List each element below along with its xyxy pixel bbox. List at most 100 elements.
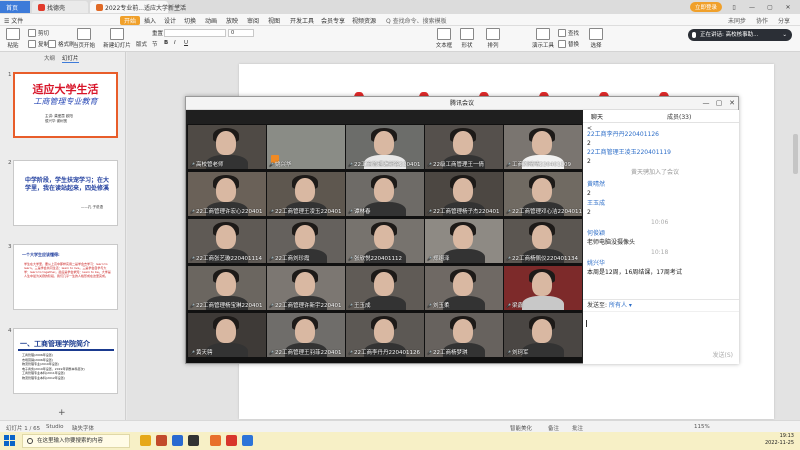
wps-app-icon[interactable] xyxy=(226,435,237,446)
video-tile[interactable]: 22工商杨佩仪220401134 xyxy=(504,219,582,263)
font-name-select[interactable] xyxy=(164,29,226,37)
replace-button[interactable]: 替换 xyxy=(558,40,579,48)
menu-view[interactable]: 视图 xyxy=(268,16,280,25)
tab-document[interactable]: 2022专业前...适应大学新生活 xyxy=(90,1,186,13)
menu-video[interactable]: 视频资源 xyxy=(352,16,376,25)
app-icon[interactable] xyxy=(210,435,221,446)
menu-transition[interactable]: 切换 xyxy=(184,16,196,25)
new-slide-button[interactable]: 新建幻灯片 xyxy=(102,28,132,49)
layout-button[interactable]: 版式 xyxy=(136,40,147,48)
video-tile[interactable]: 22工商管理杨子杰220401 xyxy=(425,172,503,216)
video-tile[interactable]: 梁鑫 xyxy=(504,266,582,310)
tab-slides[interactable]: 幻灯片 xyxy=(62,54,79,63)
close-icon[interactable]: ✕ xyxy=(782,4,794,11)
send-target-select[interactable]: 所有人 ▾ xyxy=(609,302,632,309)
tab-outline[interactable]: 大纲 xyxy=(44,54,55,62)
bold-button[interactable]: B xyxy=(164,40,168,46)
cut-button[interactable]: 剪切 xyxy=(28,29,49,37)
missing-font-button[interactable]: 缺失字体 xyxy=(72,424,94,432)
menu-insert[interactable]: 插入 xyxy=(144,16,156,25)
video-tile[interactable]: 刘珂军 xyxy=(504,313,582,357)
restore-layout-icon[interactable]: ▯ xyxy=(728,4,740,11)
login-button[interactable]: 立即登录 xyxy=(689,2,722,12)
play-from-current-button[interactable]: 当页开始 xyxy=(70,28,98,49)
menu-design[interactable]: 设计 xyxy=(164,16,176,25)
sync-status[interactable]: 未同步 xyxy=(728,16,746,25)
slide-thumbnail-4[interactable]: 一、工商管理学院简介 工商管理(2006年设置) 市场营销(2006年设置) 物… xyxy=(13,328,118,394)
video-tile[interactable]: 22工商管理许新宇220401 xyxy=(267,266,345,310)
vertical-scrollbar[interactable] xyxy=(793,54,798,414)
slide-thumbnail-1[interactable]: 适应大学生活 工商管理专业教育 主讲: 龚爱霞 欧阳 侯兴华 谢树宽 xyxy=(13,72,118,138)
system-clock[interactable]: 19:13 2022-11-25 xyxy=(765,433,794,447)
zoom-level[interactable]: 115% xyxy=(694,424,710,430)
video-tile[interactable]: 王玉成 xyxy=(346,266,424,310)
video-tile[interactable]: 工商刘晴晴220401109 xyxy=(504,125,582,169)
maximize-icon[interactable]: ▢ xyxy=(713,97,725,110)
video-tile[interactable]: 22工商管理王凌玉220401 xyxy=(267,172,345,216)
chat-input[interactable]: 发送(S) xyxy=(583,311,739,363)
italic-button[interactable]: I xyxy=(174,40,176,46)
presentation-tools-button[interactable]: 演示工具 xyxy=(530,28,556,49)
share-button[interactable]: 分享 xyxy=(778,16,790,25)
new-tab-button[interactable]: + xyxy=(170,1,182,13)
paste-button[interactable]: 粘贴 xyxy=(4,28,22,49)
video-tile[interactable]: 22工商杨梦琪 xyxy=(425,313,503,357)
video-tile[interactable]: 姚兴华 xyxy=(267,125,345,169)
taskbar-search-input[interactable]: 在这里输入你要搜索的内容 xyxy=(22,434,130,448)
app-icon[interactable] xyxy=(156,435,167,446)
video-tile[interactable]: 22工商管理许宏心220401 xyxy=(188,172,266,216)
minimize-icon[interactable]: — xyxy=(700,97,712,110)
scrollbar-thumb[interactable] xyxy=(793,134,798,174)
app-icon[interactable] xyxy=(188,435,199,446)
command-search[interactable]: Q 查找命令、搜索模板 xyxy=(386,16,447,25)
menu-member[interactable]: 会员专享 xyxy=(321,16,345,25)
close-icon[interactable]: ✕ xyxy=(726,97,738,110)
text-box-button[interactable]: 文本框 xyxy=(432,28,456,49)
section-button[interactable]: 节 xyxy=(152,40,158,48)
video-tile[interactable]: 22级工商管理王一倩 xyxy=(425,125,503,169)
reset-button[interactable]: 重置 xyxy=(152,29,163,37)
speaking-indicator[interactable]: 正在讲话: 高校核事助... ⌄ xyxy=(688,29,792,41)
video-tile[interactable]: 22工商刘珍霞 xyxy=(267,219,345,263)
maximize-icon[interactable]: ▢ xyxy=(764,4,776,11)
arrange-button[interactable]: 排列 xyxy=(484,28,502,49)
tab-chat[interactable]: 聊天 xyxy=(591,112,603,121)
video-tile[interactable]: 22工商管理邓心洁220401106 xyxy=(504,172,582,216)
video-tile[interactable]: 22工商管理谯新铭220401 xyxy=(346,125,424,169)
collaborate-button[interactable]: 协作 xyxy=(756,16,768,25)
video-tile[interactable]: 22工商管理杨宝琳220401 xyxy=(188,266,266,310)
menu-file[interactable]: ☰ 文件 xyxy=(4,16,23,25)
tab-home[interactable]: 首页 xyxy=(0,1,30,13)
menu-slideshow[interactable]: 放映 xyxy=(226,16,238,25)
meeting-title-bar[interactable]: 腾讯会议 xyxy=(186,97,738,110)
video-tile[interactable]: 22工商李丹丹220401126 xyxy=(346,313,424,357)
windows-start-icon[interactable] xyxy=(4,435,16,447)
slide-thumbnail-3[interactable]: 一个大学生应该懂得: 学生在大学里，要从上高中那样实用二是学会去学习：learn… xyxy=(13,244,118,310)
video-tile[interactable]: 郑翊泽 xyxy=(425,219,503,263)
send-button[interactable]: 发送(S) xyxy=(713,350,734,359)
minimize-icon[interactable]: — xyxy=(746,4,758,11)
app-icon[interactable] xyxy=(172,435,183,446)
video-tile[interactable]: 黄天骋 xyxy=(188,313,266,357)
slide-thumbnail-2[interactable]: 中学阶段，学生扶宠学习；在大学里，我在读站起来，四处修溪 ——孔 子说语 xyxy=(13,160,118,226)
video-tile[interactable]: 22工商管理王羽菲220401 xyxy=(267,313,345,357)
shapes-button[interactable]: 形状 xyxy=(458,28,476,49)
app-icon[interactable] xyxy=(140,435,151,446)
video-tile[interactable]: 高校管老师 xyxy=(188,125,266,169)
beautify-button[interactable]: 智能美化 xyxy=(510,424,532,432)
menu-animation[interactable]: 动画 xyxy=(205,16,217,25)
font-size-select[interactable]: 0 xyxy=(228,29,254,37)
tab-wps-home[interactable]: 找德壳 xyxy=(32,1,88,13)
meeting-app-icon[interactable] xyxy=(242,435,253,446)
menu-start[interactable]: 开始 xyxy=(120,16,141,25)
video-tile[interactable]: 刘玉柔 xyxy=(425,266,503,310)
video-tile[interactable]: 22工商张艺璇220401114 xyxy=(188,219,266,263)
add-slide-button[interactable]: + xyxy=(58,408,66,418)
find-button[interactable]: 查找 xyxy=(558,29,579,37)
chat-messages[interactable]: < 22工商李丹丹220401126 2 22工商管理王凌玉220401119 … xyxy=(583,125,739,295)
tab-members[interactable]: 成员(33) xyxy=(667,112,691,121)
copy-button[interactable]: 复制 xyxy=(28,40,49,48)
underline-button[interactable]: U xyxy=(184,40,188,46)
menu-developer[interactable]: 开发工具 xyxy=(290,16,314,25)
notes-button[interactable]: 备注 xyxy=(548,424,559,432)
